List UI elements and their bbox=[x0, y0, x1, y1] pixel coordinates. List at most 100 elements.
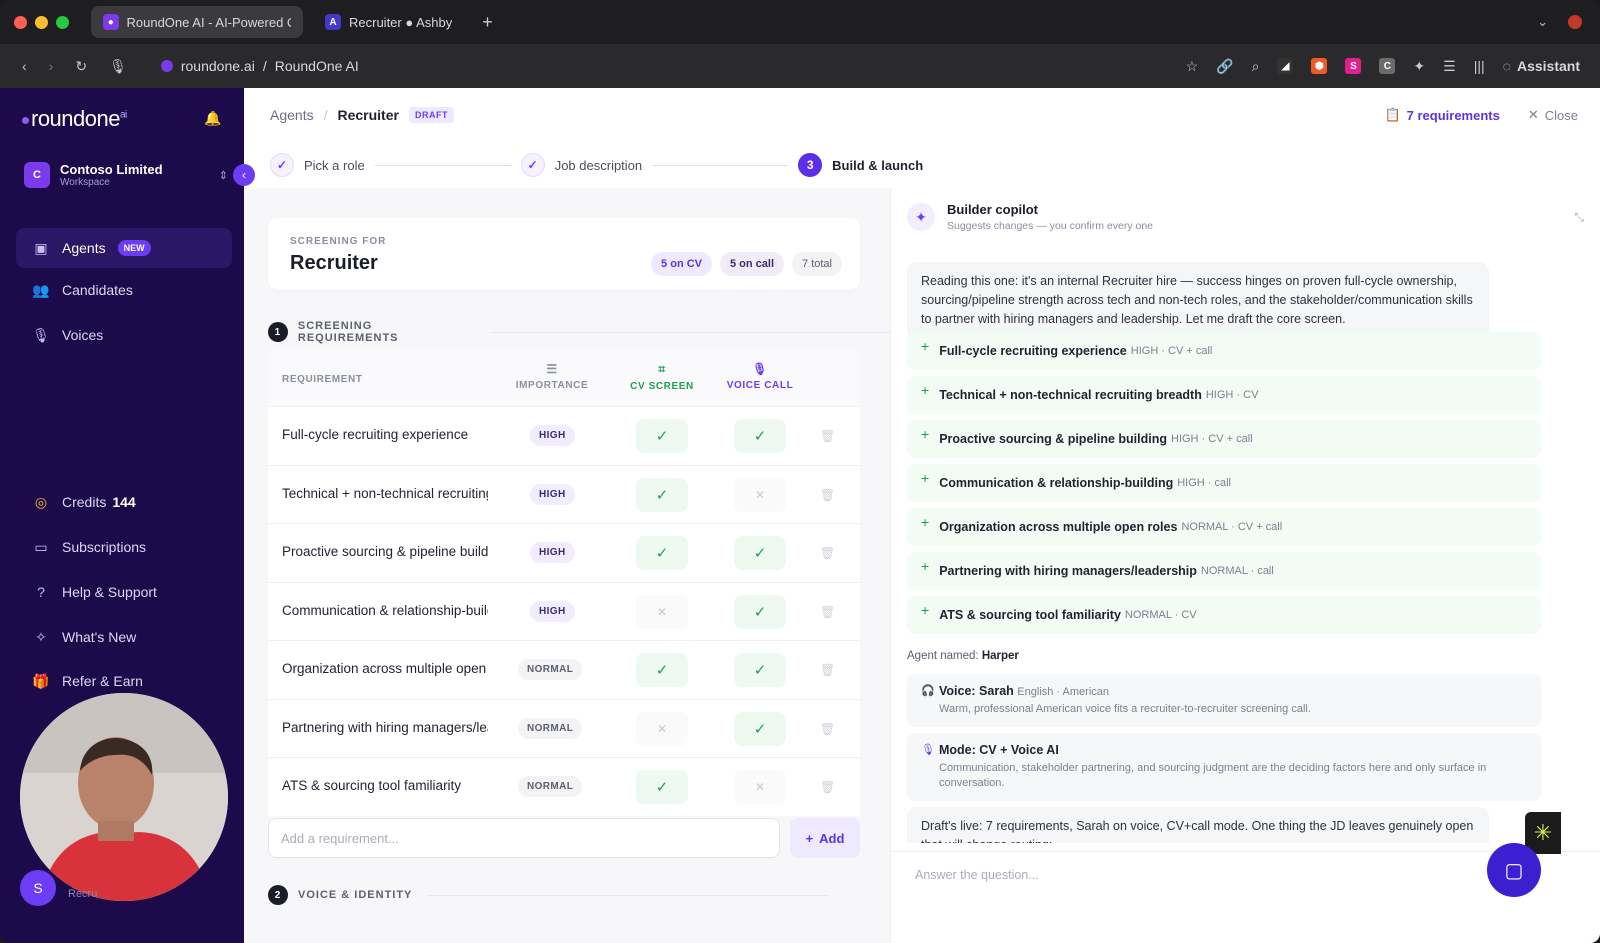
importance-badge[interactable]: HIGH bbox=[530, 542, 575, 563]
call-count-pill[interactable]: 5 on call bbox=[720, 252, 785, 276]
sidebar-item-credits[interactable]: ◎ Credits 144 bbox=[16, 482, 232, 522]
audio-icon[interactable]: ||| bbox=[1474, 58, 1485, 74]
microphone-icon[interactable]: 🎙 bbox=[109, 58, 127, 75]
minimize-window-button[interactable] bbox=[35, 15, 48, 29]
puzzle-icon[interactable]: ✦ bbox=[1413, 58, 1425, 75]
link-icon[interactable]: 🔗 bbox=[1216, 58, 1233, 75]
cv-screen-toggle[interactable]: ✕ bbox=[636, 711, 688, 746]
requirement-name[interactable]: Full-cycle recruiting experience bbox=[282, 427, 488, 442]
divider bbox=[492, 331, 890, 333]
voice-call-toggle[interactable]: ✓ bbox=[734, 594, 786, 629]
suggestion-name: Organization across multiple open roles bbox=[939, 520, 1178, 534]
extension-icon[interactable]: S bbox=[1345, 58, 1362, 74]
voice-call-toggle[interactable]: ✕ bbox=[734, 477, 786, 512]
suggestion-item[interactable]: + Full-cycle recruiting experience HIGH · … bbox=[907, 332, 1541, 370]
voice-call-toggle[interactable]: ✓ bbox=[734, 536, 786, 570]
suggestion-meta: HIGH · CV + call bbox=[1171, 433, 1253, 445]
importance-badge[interactable]: HIGH bbox=[530, 600, 575, 622]
screening-label: SCREENING FOR bbox=[290, 236, 387, 247]
step-pick-role[interactable]: ✓ Pick a role bbox=[270, 153, 365, 177]
importance-badge[interactable]: NORMAL bbox=[518, 717, 583, 739]
extension-icon[interactable]: ◢ bbox=[1277, 58, 1294, 74]
importance-badge[interactable]: HIGH bbox=[530, 483, 575, 505]
trash-icon[interactable]: 🗑 bbox=[820, 488, 835, 502]
check-icon: ✓ bbox=[753, 545, 767, 562]
reload-icon[interactable]: ↻ bbox=[75, 58, 87, 75]
trash-icon[interactable]: 🗑 bbox=[820, 663, 835, 677]
bell-icon[interactable]: 🔔 bbox=[204, 110, 221, 127]
sidebar-item-voices[interactable]: 🎙 Voices bbox=[16, 315, 232, 355]
back-icon[interactable]: ‹ bbox=[22, 58, 27, 74]
requirement-name[interactable]: Partnering with hiring managers/leadersh… bbox=[282, 720, 488, 735]
cv-screen-toggle[interactable]: ✓ bbox=[636, 536, 688, 570]
requirement-name[interactable]: Proactive sourcing & pipeline building bbox=[282, 544, 488, 559]
trash-icon[interactable]: 🗑 bbox=[820, 780, 835, 794]
requirement-name[interactable]: Technical + non-technical recruiting bre… bbox=[282, 486, 488, 501]
importance-badge[interactable]: NORMAL bbox=[518, 776, 583, 797]
voice-call-toggle[interactable]: ✓ bbox=[734, 711, 786, 746]
app-logo[interactable]: roundoneai bbox=[22, 106, 127, 132]
cv-screen-toggle[interactable]: ✓ bbox=[636, 477, 688, 512]
sidebar-item-candidates[interactable]: 👥 Candidates bbox=[16, 270, 232, 310]
close-button[interactable]: ✕ Close bbox=[1528, 107, 1578, 123]
minimize-icon[interactable]: ⤡ bbox=[1574, 210, 1584, 225]
new-tab-icon[interactable]: + bbox=[482, 12, 493, 33]
breadcrumb-agents[interactable]: Agents bbox=[270, 107, 314, 123]
mode-card[interactable]: 🎙 Mode: CV + Voice AI Communication, sta… bbox=[907, 733, 1541, 801]
cv-screen-toggle[interactable]: ✓ bbox=[636, 770, 688, 804]
suggestion-item[interactable]: + Technical + non-technical recruiting br… bbox=[907, 376, 1541, 414]
trash-icon[interactable]: 🗑 bbox=[820, 605, 835, 619]
add-requirement-button[interactable]: + Add bbox=[790, 818, 860, 858]
browser-tab-ashby[interactable]: A Recruiter ● Ashby bbox=[313, 6, 464, 38]
importance-badge[interactable]: NORMAL bbox=[518, 659, 583, 680]
menu-icon[interactable]: ☰ bbox=[1443, 58, 1456, 75]
sidebar-item-whats-new[interactable]: ✧ What's New bbox=[16, 617, 232, 657]
trash-icon[interactable]: 🗑 bbox=[820, 722, 835, 736]
voice-card[interactable]: 🎧 Voice: Sarah English · American Warm, … bbox=[907, 674, 1541, 727]
suggestion-item[interactable]: + Proactive sourcing & pipeline building H… bbox=[907, 420, 1541, 458]
assistant-button[interactable]: ◌ Assistant bbox=[1503, 58, 1580, 74]
workspace-switcher[interactable]: C Contoso Limited Workspace ⇕ bbox=[24, 162, 228, 188]
requirement-name[interactable]: ATS & sourcing tool familiarity bbox=[282, 778, 488, 793]
add-requirement-input[interactable]: Add a requirement... bbox=[268, 818, 780, 858]
trash-icon[interactable]: 🗑 bbox=[820, 546, 835, 560]
voice-call-toggle[interactable]: ✓ bbox=[734, 419, 786, 453]
sidebar-item-subscriptions[interactable]: ▭ Subscriptions bbox=[16, 527, 232, 567]
suggestion-item[interactable]: + ATS & sourcing tool familiarity NORMAL ·… bbox=[907, 596, 1541, 634]
cv-screen-toggle[interactable]: ✓ bbox=[636, 419, 688, 453]
browser-tab-roundone[interactable]: ● RoundOne AI - AI-Powered C bbox=[91, 6, 303, 38]
extension-icon[interactable]: C bbox=[1379, 58, 1396, 74]
zoom-icon[interactable]: ⌕ bbox=[1252, 58, 1260, 75]
collapse-sidebar-button[interactable]: ‹ bbox=[233, 164, 255, 186]
profile-icon[interactable] bbox=[1568, 15, 1582, 29]
sidebar-item-help[interactable]: ? Help & Support bbox=[16, 572, 232, 612]
cv-screen-toggle[interactable]: ✓ bbox=[636, 653, 688, 687]
close-window-button[interactable] bbox=[14, 15, 27, 29]
tab-list-chevron-icon[interactable]: ⌄ bbox=[1537, 14, 1548, 30]
bookmark-star-icon[interactable]: ☆ bbox=[1186, 58, 1199, 75]
chat-launcher-button[interactable]: ▢ bbox=[1487, 843, 1541, 897]
maximize-window-button[interactable] bbox=[56, 15, 69, 29]
copilot-panel: ✦ Builder copilot Suggests changes — you… bbox=[890, 188, 1600, 943]
url-field[interactable]: roundone.ai / RoundOne AI bbox=[160, 58, 359, 74]
forward-icon[interactable]: › bbox=[49, 58, 54, 74]
suggestion-item[interactable]: + Organization across multiple open roles… bbox=[907, 508, 1541, 546]
suggestion-item[interactable]: + Communication & relationship-building HI… bbox=[907, 464, 1541, 502]
cv-screen-toggle[interactable]: ✕ bbox=[636, 594, 688, 629]
requirement-name[interactable]: Organization across multiple open roles bbox=[282, 661, 488, 676]
extension-icon[interactable]: ⬢ bbox=[1311, 58, 1328, 74]
sidebar-item-agents[interactable]: ▣ Agents NEW bbox=[16, 228, 232, 268]
suggestion-name: ATS & sourcing tool familiarity bbox=[939, 608, 1121, 622]
screening-card: SCREENING FOR Recruiter 5 on CV 5 on cal… bbox=[268, 218, 860, 290]
step-build-launch[interactable]: 3 Build & launch bbox=[798, 153, 923, 177]
requirement-name[interactable]: Communication & relationship-building bbox=[282, 603, 488, 618]
voice-call-toggle[interactable]: ✕ bbox=[734, 770, 786, 804]
importance-badge[interactable]: HIGH bbox=[530, 425, 575, 446]
voice-call-toggle[interactable]: ✓ bbox=[734, 653, 786, 687]
cv-count-pill[interactable]: 5 on CV bbox=[651, 252, 712, 276]
requirements-link[interactable]: 📋 7 requirements bbox=[1384, 107, 1499, 123]
user-avatar[interactable]: S bbox=[20, 870, 56, 906]
trash-icon[interactable]: 🗑 bbox=[820, 429, 835, 443]
step-job-description[interactable]: ✓ Job description bbox=[520, 153, 642, 177]
suggestion-item[interactable]: + Partnering with hiring managers/leaders… bbox=[907, 552, 1541, 590]
